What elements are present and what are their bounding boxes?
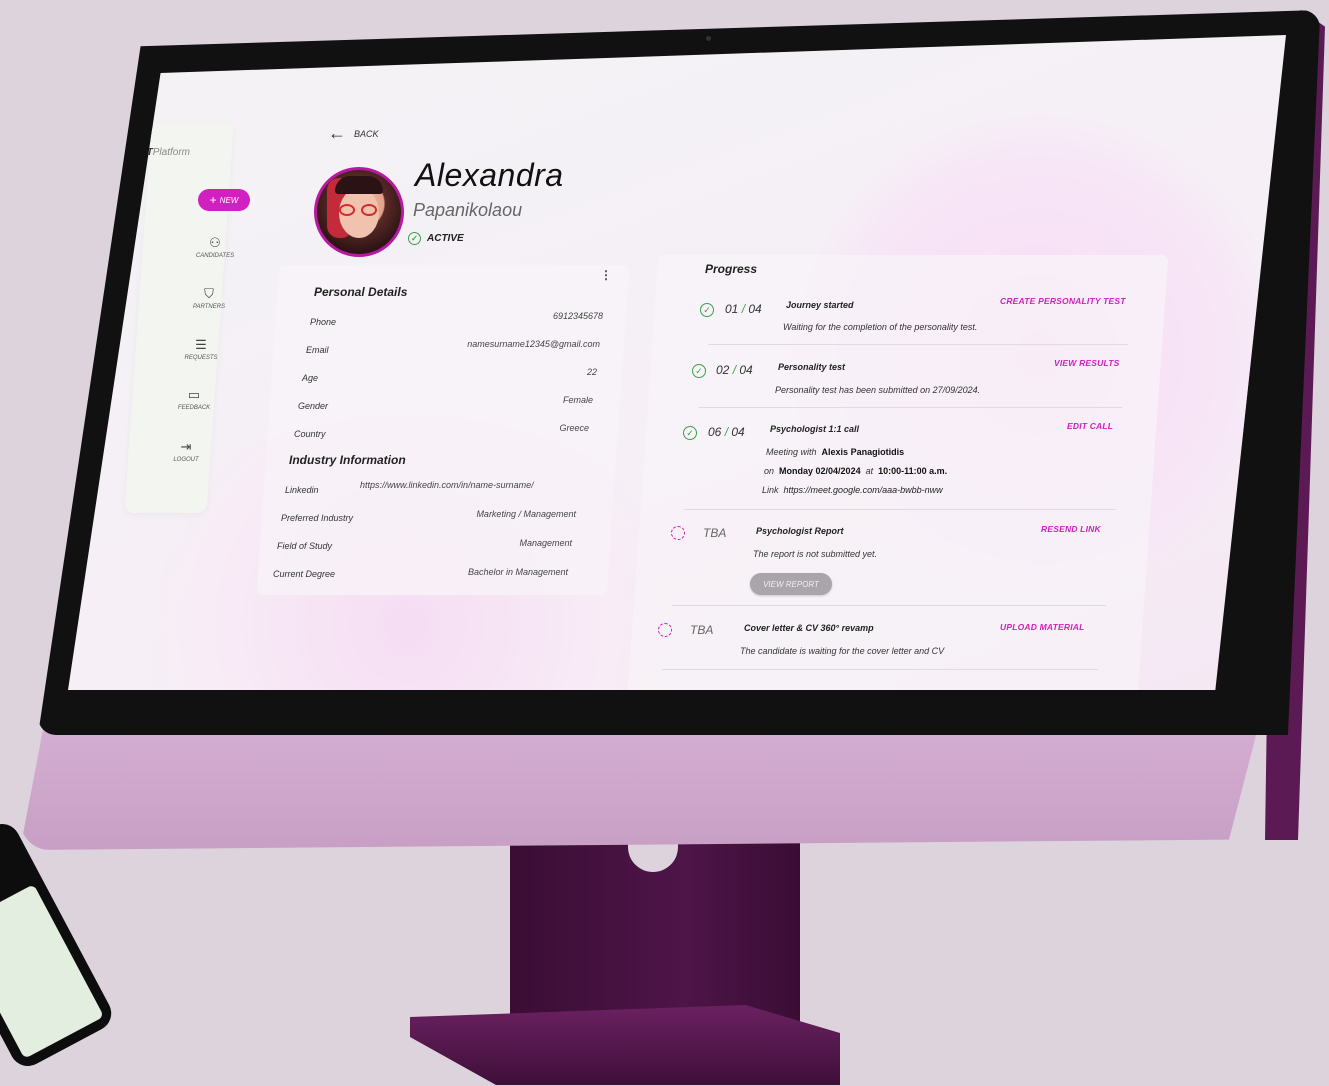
pending-circle-icon bbox=[658, 623, 672, 637]
industry-info-title: Industry Information bbox=[289, 453, 406, 467]
status-badge: ✓ ACTIVE bbox=[408, 232, 464, 245]
meeting-info: Meeting with Alexis Panagiotidis bbox=[766, 447, 905, 457]
linkedin-link[interactable]: https://www.linkedin.com/in/name-surname… bbox=[360, 480, 580, 490]
monitor-stand-base bbox=[410, 1005, 840, 1085]
detail-value: Female bbox=[562, 395, 593, 405]
check-circle-icon: ✓ bbox=[408, 232, 421, 245]
avatar-bangs bbox=[335, 176, 383, 194]
divider bbox=[697, 407, 1123, 408]
step-title: Journey started bbox=[786, 300, 854, 310]
view-report-button[interactable]: VIEW REPORT bbox=[750, 573, 832, 595]
step-title: Cover letter & CV 360° revamp bbox=[744, 623, 874, 633]
step-number: 01 / 04 bbox=[725, 302, 762, 316]
sidebar-item-partners[interactable]: ⛉ PARTNERS bbox=[179, 286, 239, 310]
sidebar-item-candidates[interactable]: ⚇ CANDIDATES bbox=[185, 235, 245, 259]
sidebar-item-requests[interactable]: ☰ REQUESTS bbox=[171, 337, 231, 361]
divider bbox=[707, 344, 1129, 345]
industry-value: Marketing / Management bbox=[476, 509, 576, 519]
tablet-screen bbox=[0, 884, 105, 1059]
divider bbox=[661, 669, 1099, 670]
detail-value: namesurname12345@gmail.com bbox=[467, 339, 600, 349]
avatar bbox=[314, 167, 404, 257]
industry-value: Management bbox=[519, 538, 572, 548]
industry-label: Preferred Industry bbox=[281, 513, 354, 523]
pending-circle-icon bbox=[671, 526, 685, 540]
detail-value: 22 bbox=[586, 367, 597, 377]
feedback-icon: ▭ bbox=[187, 387, 201, 402]
industry-label: Field of Study bbox=[277, 541, 333, 551]
create-personality-test-link[interactable]: CREATE PERSONALITY TEST bbox=[1000, 296, 1126, 306]
detail-value: 6912345678 bbox=[552, 311, 603, 321]
new-button[interactable]: + NEW bbox=[198, 189, 250, 211]
check-circle-icon: ✓ bbox=[700, 303, 714, 317]
step-number: 02 / 04 bbox=[716, 363, 753, 377]
avatar-glasses bbox=[337, 204, 381, 216]
detail-value: Greece bbox=[559, 423, 589, 433]
webcam-icon bbox=[706, 36, 711, 41]
upload-material-link[interactable]: UPLOAD MATERIAL bbox=[1000, 622, 1085, 632]
logout-icon: ⇥ bbox=[180, 439, 192, 454]
candidates-icon: ⚇ bbox=[209, 235, 221, 250]
step-number: 06 / 04 bbox=[708, 425, 745, 439]
personal-details-title: Personal Details bbox=[314, 285, 408, 299]
check-circle-icon: ✓ bbox=[683, 426, 697, 440]
step-title: Personality test bbox=[778, 362, 846, 372]
divider bbox=[671, 605, 1107, 606]
edit-call-link[interactable]: EDIT CALL bbox=[1067, 421, 1113, 431]
plus-icon: + bbox=[209, 193, 217, 207]
app-screen: PTPlatform +NEW ⚇ CANDIDATES ⛉ PARTNERS … bbox=[68, 35, 1286, 690]
step-description: Waiting for the completion of the person… bbox=[783, 322, 978, 332]
requests-icon: ☰ bbox=[195, 337, 207, 352]
view-results-link[interactable]: VIEW RESULTS bbox=[1054, 358, 1120, 368]
resend-link[interactable]: RESEND LINK bbox=[1041, 524, 1101, 534]
industry-value: Bachelor in Management bbox=[467, 567, 568, 577]
partners-icon: ⛉ bbox=[204, 286, 214, 301]
sidebar-item-logout[interactable]: ⇥ LOGOUT bbox=[156, 439, 216, 463]
step-description: Personality test has been submitted on 2… bbox=[775, 385, 981, 395]
detail-label: Gender bbox=[298, 401, 329, 411]
check-circle-icon: ✓ bbox=[692, 364, 706, 378]
back-button[interactable]: ← BACK bbox=[328, 123, 379, 144]
arrow-left-icon: ← bbox=[328, 123, 346, 143]
step-description: The report is not submitted yet. bbox=[753, 549, 878, 559]
industry-label: Current Degree bbox=[273, 569, 336, 579]
step-title: Psychologist 1:1 call bbox=[770, 424, 860, 434]
progress-title: Progress bbox=[705, 262, 758, 276]
candidate-last-name: Papanikolaou bbox=[413, 200, 523, 220]
more-options-icon[interactable]: ⋮ bbox=[600, 268, 612, 282]
meeting-link[interactable]: Link https://meet.google.com/aaa-bwbb-nw… bbox=[762, 485, 943, 495]
step-title: Psychologist Report bbox=[756, 526, 844, 536]
detail-label: Country bbox=[294, 429, 326, 439]
sidebar-item-feedback[interactable]: ▭ FEEDBACK bbox=[164, 387, 224, 411]
meeting-datetime: on Monday 02/04/2024 at 10:00-11:00 a.m. bbox=[764, 466, 948, 476]
step-label-tba: TBA bbox=[690, 623, 714, 637]
step-label-tba: TBA bbox=[703, 526, 727, 540]
detail-label: Email bbox=[306, 345, 329, 355]
tablet-device bbox=[0, 817, 118, 1073]
monitor-chin bbox=[20, 720, 1260, 850]
detail-label: Age bbox=[302, 373, 319, 383]
industry-label: Linkedin bbox=[285, 485, 319, 495]
detail-label: Phone bbox=[310, 317, 337, 327]
step-description: The candidate is waiting for the cover l… bbox=[740, 646, 945, 656]
divider bbox=[683, 509, 1117, 510]
candidate-first-name: Alexandra bbox=[415, 157, 564, 193]
